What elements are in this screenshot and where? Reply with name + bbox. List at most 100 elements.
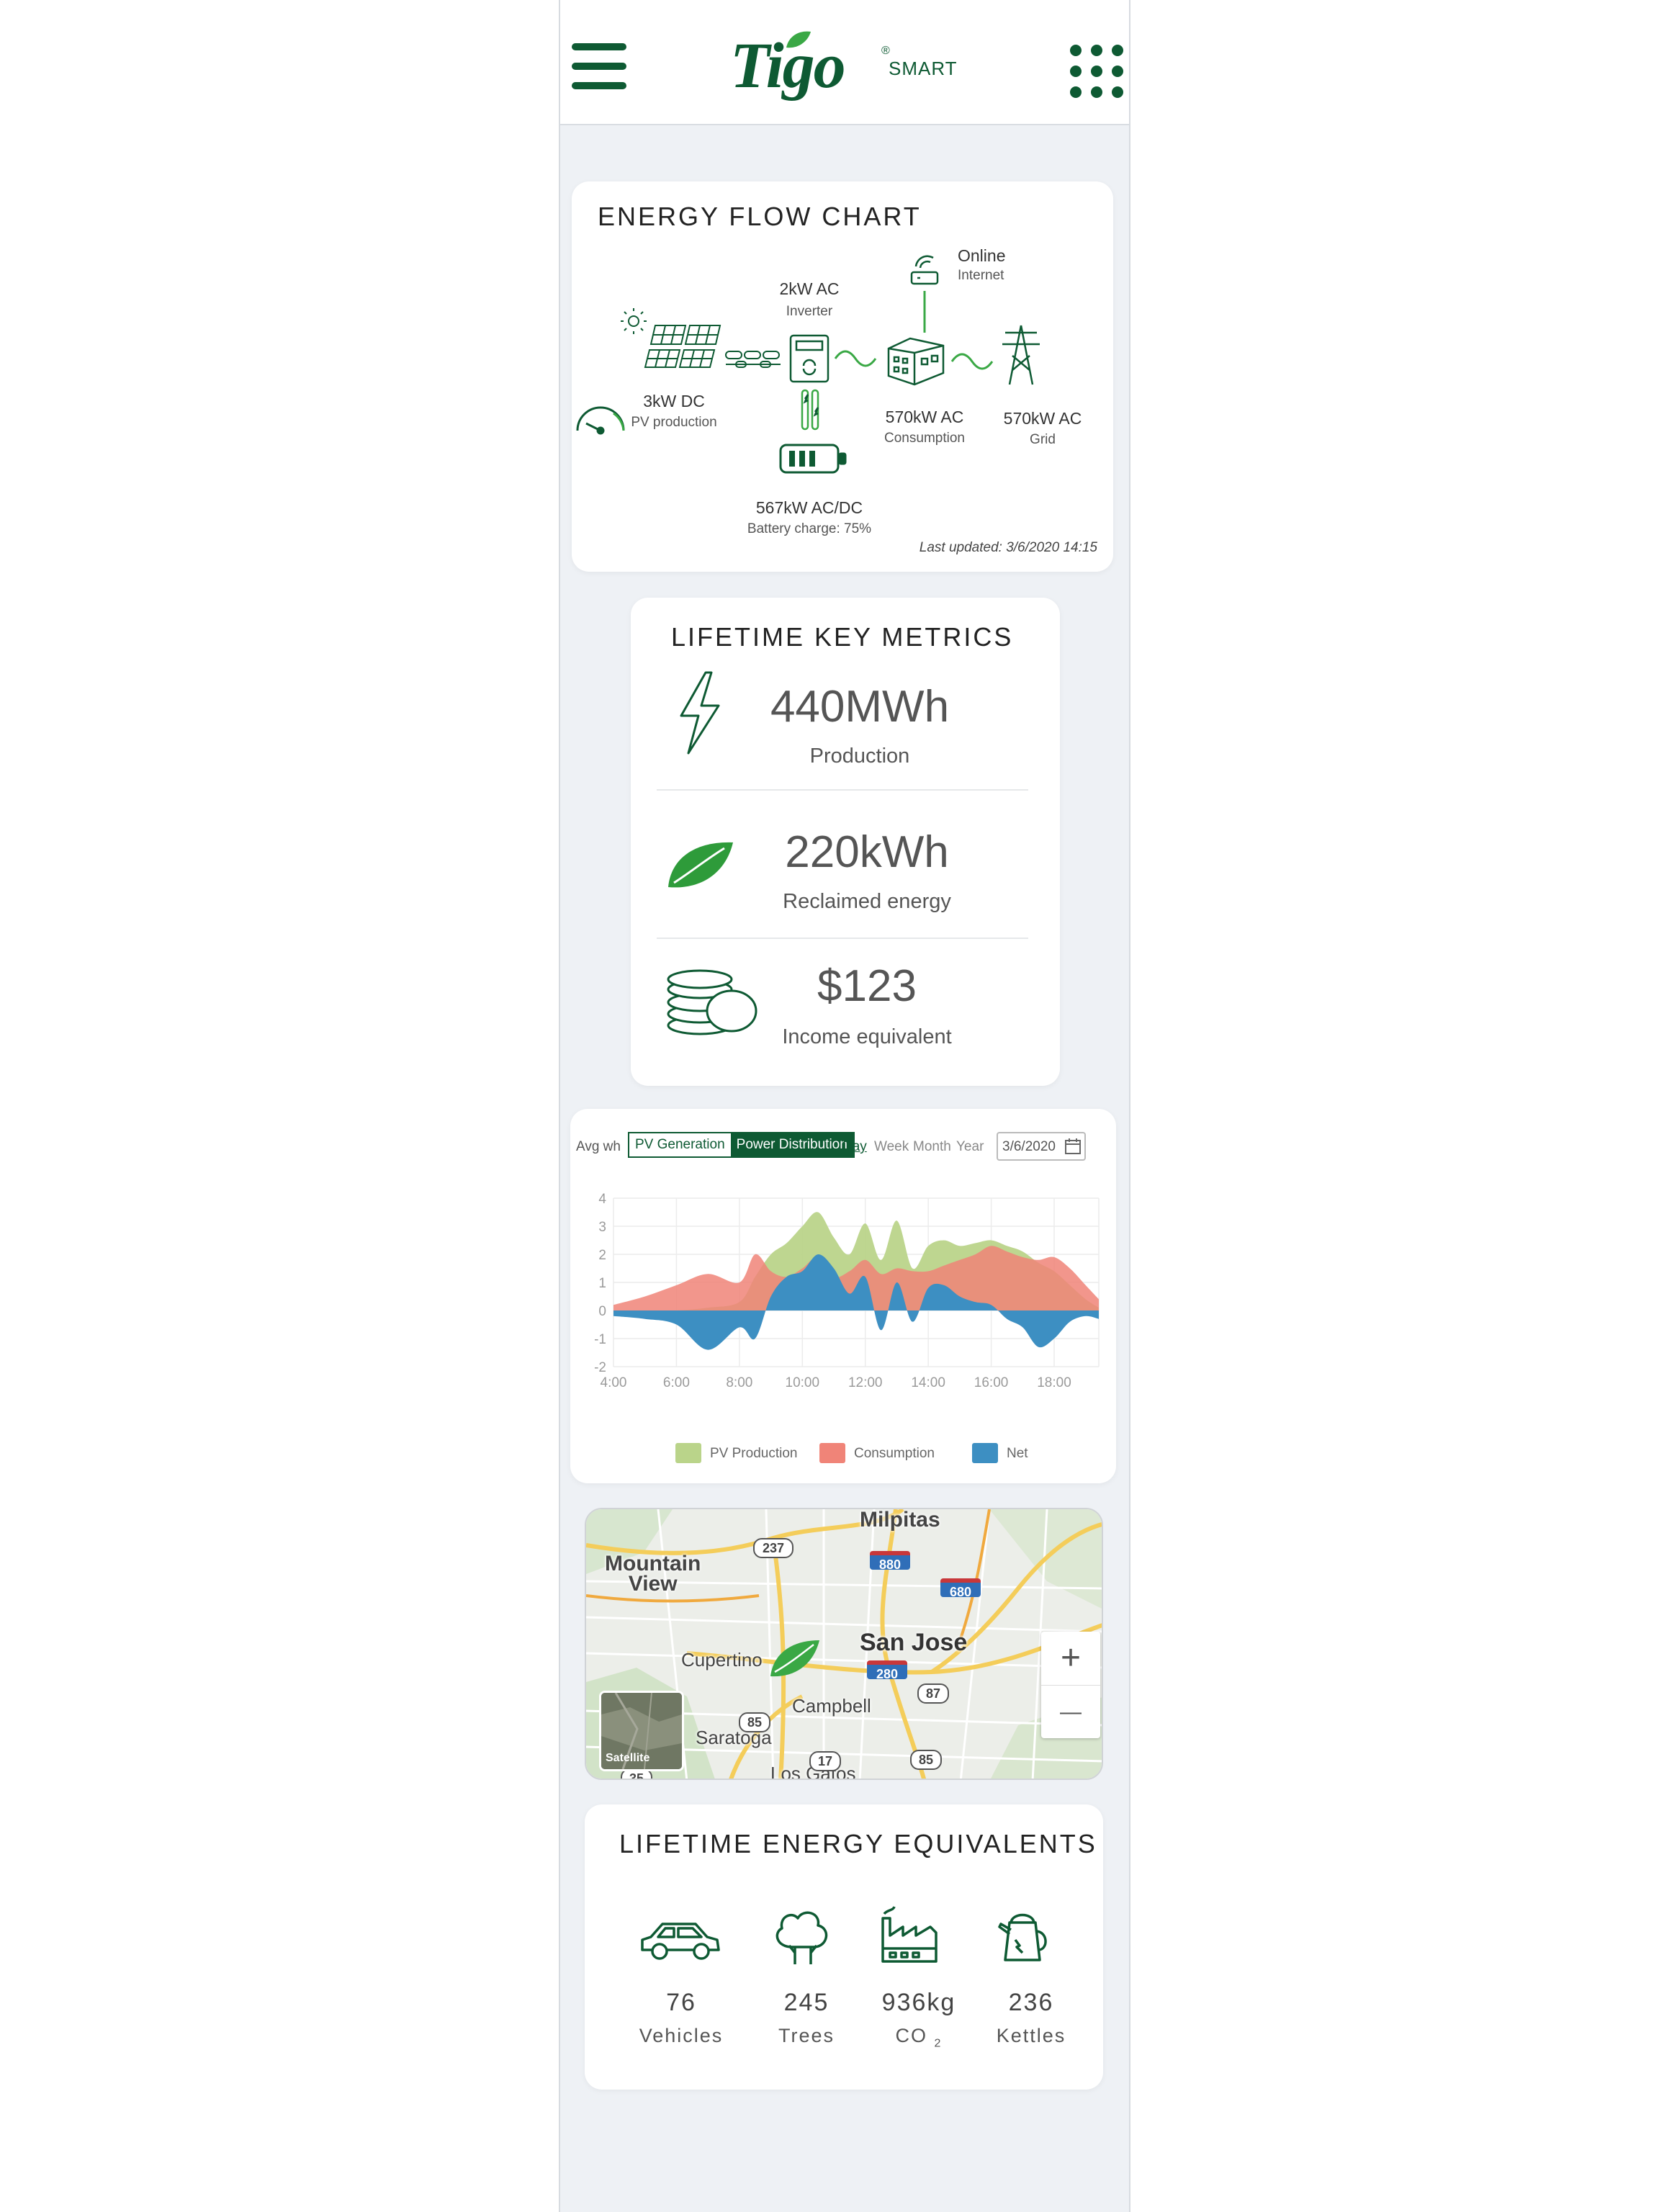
solar-panels-icon	[644, 325, 721, 368]
period-week-tab[interactable]: Week	[874, 1139, 909, 1155]
legend-pv-swatch	[675, 1443, 701, 1463]
map-shield-880: 880	[870, 1551, 910, 1572]
kettles-value: 236	[1008, 1989, 1054, 2016]
battery-label: Battery charge: 75%	[747, 521, 872, 536]
map-label-mountain-view: Mountain View	[605, 1552, 701, 1596]
trees-label: Trees	[778, 2025, 835, 2046]
router-wifi-icon	[910, 255, 939, 285]
calendar-icon	[1065, 1138, 1081, 1154]
income-value: $123	[817, 961, 917, 1011]
map-shield-680: 680	[940, 1578, 981, 1599]
map-shield-85-north: 85	[739, 1712, 770, 1732]
sun-icon	[621, 308, 647, 334]
energy-flow-card: ENERGY FLOW CHART 2kW AC Inverter Online…	[572, 181, 1113, 572]
power-distribution-button[interactable]: Power Distribution	[730, 1133, 853, 1156]
location-map[interactable]: Milpitas Mountain View San Jose Cupertin…	[585, 1508, 1103, 1780]
y-tick-label-5: -1	[594, 1332, 606, 1347]
pv-value: 3kW DC	[643, 392, 705, 410]
key-metrics-title: LIFETIME KEY METRICS	[671, 622, 1014, 652]
map-shield-280: 280	[867, 1660, 907, 1681]
app-header: Tigo ® SMART	[560, 0, 1129, 125]
site-leaf-marker-icon[interactable]	[768, 1636, 822, 1679]
production-label: Production	[809, 745, 910, 768]
dc-connector-icon	[725, 351, 781, 368]
ac-wave-1	[834, 350, 877, 367]
apps-grid-icon[interactable]	[1070, 45, 1123, 98]
legend-net-swatch	[972, 1443, 998, 1463]
consumption-value: 570kW AC	[885, 408, 964, 426]
date-picker-value: 3/6/2020	[1002, 1139, 1056, 1154]
period-month-tab[interactable]: Month	[913, 1139, 951, 1155]
legend-consumption-label: Consumption	[854, 1446, 935, 1461]
map-label-cupertino: Cupertino	[681, 1649, 763, 1671]
avg-wh-label: Avg wh	[576, 1139, 621, 1154]
x-tick-label-1: 6:00	[663, 1375, 690, 1390]
logo-leaf-icon	[786, 31, 811, 48]
lightning-icon	[680, 671, 720, 755]
map-label-san-jose: San Jose	[860, 1629, 968, 1656]
grid-value: 570kW AC	[1003, 409, 1082, 428]
battery-value: 567kW AC/DC	[755, 498, 863, 517]
trees-value: 245	[783, 1989, 830, 2016]
kettles-label: Kettles	[996, 2025, 1066, 2046]
period-day-tab[interactable]: Day	[842, 1139, 867, 1155]
legend-pv-label: PV Production	[710, 1446, 798, 1461]
last-updated-text: Last updated: 3/6/2020 14:15	[919, 540, 1097, 555]
legend-consumption-swatch	[819, 1443, 845, 1463]
y-tick-label-4: 0	[598, 1304, 606, 1319]
map-shield-17: 17	[809, 1751, 841, 1771]
co2-value: 936kg	[881, 1989, 956, 2016]
zoom-in-button[interactable]: +	[1041, 1632, 1100, 1686]
x-tick-label-6: 16:00	[974, 1375, 1009, 1390]
grid-tower-icon	[1002, 325, 1040, 385]
co2-label: CO 2	[868, 2025, 969, 2050]
vehicles-value: 76	[666, 1989, 696, 2016]
metrics-divider-1	[657, 789, 1028, 791]
leaf-icon	[668, 842, 733, 888]
satellite-toggle[interactable]: Satellite	[599, 1691, 684, 1771]
inverter-value: 2kW AC	[779, 279, 840, 298]
zoom-out-button[interactable]: —	[1041, 1686, 1100, 1739]
logo-smart-text: SMART	[889, 58, 958, 79]
map-zoom-control: + —	[1041, 1632, 1100, 1738]
inverter-icon	[789, 334, 830, 383]
battery-icon	[779, 444, 847, 474]
production-value: 440MWh	[770, 682, 950, 732]
chart-mode-toggle: PV Generation Power Distribution	[628, 1132, 855, 1158]
factory-icon	[881, 1906, 938, 1963]
legend-net-label: Net	[1007, 1446, 1028, 1461]
pv-gauge-icon	[576, 406, 625, 435]
car-icon	[641, 1923, 720, 1960]
y-tick-label-3: 1	[598, 1276, 606, 1291]
reclaimed-energy-value: 220kWh	[785, 827, 949, 877]
income-label: Income equivalent	[782, 1025, 952, 1048]
internet-value: Online	[958, 246, 1006, 265]
trees-icon	[775, 1911, 828, 1964]
period-year-tab[interactable]: Year	[956, 1139, 984, 1155]
logo-registered-mark: ®	[881, 45, 890, 57]
x-tick-label-3: 10:00	[786, 1375, 820, 1390]
key-metrics-card: LIFETIME KEY METRICS 440MWh Production 2…	[631, 598, 1060, 1086]
inverter-label: Inverter	[786, 304, 833, 319]
co2-subscript: 2	[934, 2037, 943, 2050]
energy-equivalents-card: LIFETIME ENERGY EQUIVALENTS 76 Vehicles …	[585, 1804, 1103, 2090]
hamburger-menu-icon[interactable]	[572, 43, 626, 89]
battery-link-icon	[801, 389, 819, 431]
y-tick-label-1: 3	[598, 1220, 606, 1235]
y-tick-label-0: 4	[598, 1192, 606, 1207]
grid-label: Grid	[1030, 432, 1056, 447]
reclaimed-energy-label: Reclaimed energy	[783, 890, 951, 913]
y-tick-label-6: -2	[594, 1360, 606, 1375]
equivalents-title: LIFETIME ENERGY EQUIVALENTS	[619, 1829, 1097, 1858]
x-tick-label-4: 12:00	[848, 1375, 883, 1390]
ac-wave-2	[950, 353, 994, 370]
internet-label: Internet	[958, 268, 1004, 283]
map-label-campbell: Campbell	[792, 1695, 871, 1717]
consumption-building-icon	[887, 337, 945, 386]
map-shield-237: 237	[753, 1538, 793, 1558]
pv-generation-button[interactable]: PV Generation	[629, 1133, 731, 1156]
x-tick-label-2: 8:00	[726, 1375, 752, 1390]
x-tick-label-5: 14:00	[911, 1375, 945, 1390]
map-shield-85-south: 85	[910, 1750, 942, 1770]
date-picker[interactable]: 3/6/2020	[997, 1132, 1086, 1161]
